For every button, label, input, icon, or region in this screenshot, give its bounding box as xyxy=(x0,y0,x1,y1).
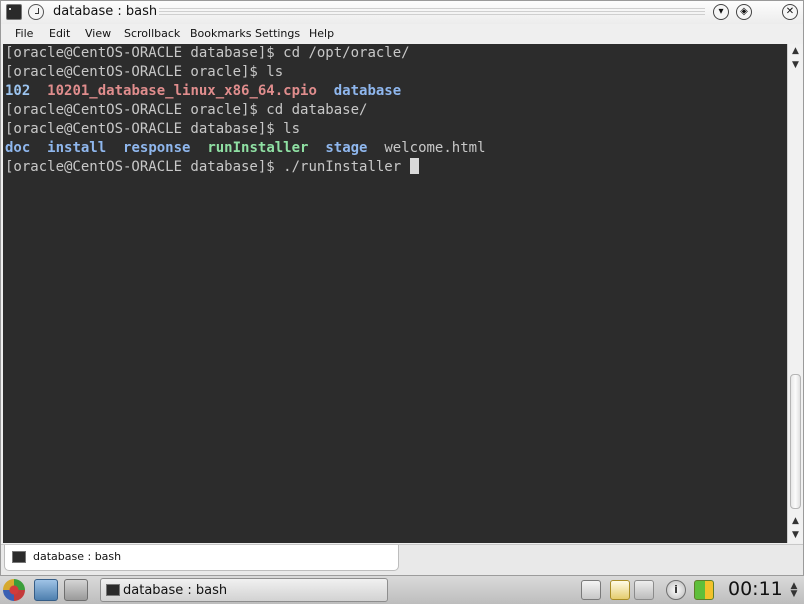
session-tab-bar: database : bash xyxy=(1,544,803,575)
terminal-line: [oracle@CentOS-ORACLE database]$ ls xyxy=(5,120,300,139)
minimize-button[interactable]: ▾ xyxy=(713,4,729,20)
terminal-icon xyxy=(12,551,26,563)
listing-entry-dir: response xyxy=(123,140,191,156)
vertical-scrollbar[interactable]: ▲ ▼ ▲ ▼ xyxy=(787,44,803,543)
menu-settings[interactable]: Settings xyxy=(255,27,300,40)
computer-icon[interactable] xyxy=(34,579,58,601)
terminal-icon xyxy=(106,584,120,596)
konsole-window: database : bash ▾ ◈ ✕ File Edit View Scr… xyxy=(0,0,804,575)
panel-expand-arrow-icon[interactable]: ▲ ▼ xyxy=(788,582,800,599)
menu-bookmarks[interactable]: Bookmarks xyxy=(190,27,251,40)
scrollbar-thumb[interactable] xyxy=(790,374,801,509)
session-tab-label: database : bash xyxy=(33,550,122,563)
drawer-icon[interactable] xyxy=(64,579,88,601)
command: ls xyxy=(266,64,284,80)
listing-entry-dir: 102 xyxy=(5,83,31,99)
window-title: database : bash xyxy=(53,4,158,19)
title-bar[interactable]: database : bash ▾ ◈ ✕ xyxy=(1,1,803,24)
listing-entry-dir: database xyxy=(333,83,402,99)
menu-scrollback[interactable]: Scrollback xyxy=(124,27,180,40)
system-tray: i xyxy=(578,577,724,603)
taskbar-window-button[interactable]: database : bash xyxy=(100,578,388,602)
volume-icon[interactable] xyxy=(634,580,654,600)
clipboard-icon[interactable] xyxy=(610,580,630,600)
maximize-button[interactable]: ◈ xyxy=(736,4,752,20)
terminal-line: doc install response runInstaller stage … xyxy=(5,139,486,158)
listing-entry-dir: stage xyxy=(325,140,368,156)
title-bar-grip xyxy=(159,8,705,17)
desktops-icon[interactable] xyxy=(581,580,601,600)
command: cd database/ xyxy=(266,102,368,118)
listing-entry-archive: 10201_database_linux_x86_64.cpio xyxy=(47,83,317,99)
command: ls xyxy=(283,121,301,137)
session-tab[interactable]: database : bash xyxy=(4,545,399,571)
menu-bar: File Edit View Scrollback Bookmarks Sett… xyxy=(1,24,803,44)
menu-view[interactable]: View xyxy=(85,27,111,40)
scroll-up-arrow-icon[interactable]: ▲ xyxy=(788,514,803,528)
prompt: [oracle@CentOS-ORACLE oracle]$ xyxy=(5,64,267,80)
listing-entry-executable: runInstaller xyxy=(207,140,309,156)
prompt: [oracle@CentOS-ORACLE oracle]$ xyxy=(5,102,267,118)
power-icon[interactable] xyxy=(694,580,714,600)
prompt: [oracle@CentOS-ORACLE database]$ xyxy=(5,159,284,175)
prompt: [oracle@CentOS-ORACLE database]$ xyxy=(5,121,284,137)
terminal-app-icon[interactable] xyxy=(6,4,22,20)
prompt: [oracle@CentOS-ORACLE database]$ xyxy=(5,45,284,61)
menu-edit[interactable]: Edit xyxy=(49,27,70,40)
text-cursor xyxy=(409,158,419,174)
command: ./runInstaller xyxy=(283,159,410,175)
terminal-line: [oracle@CentOS-ORACLE oracle]$ cd databa… xyxy=(5,101,367,120)
clock[interactable]: 00:11 xyxy=(728,578,783,600)
listing-entry-file: welcome.html xyxy=(384,140,486,156)
terminal-line: [oracle@CentOS-ORACLE database]$ ./runIn… xyxy=(5,158,419,177)
listing-entry-dir: install xyxy=(47,140,107,156)
scroll-down-arrow-icon[interactable]: ▼ xyxy=(788,528,803,542)
scroll-down-arrow-icon[interactable]: ▼ xyxy=(788,58,803,72)
info-icon[interactable]: i xyxy=(666,580,686,600)
terminal-line: 102 10201_database_linux_x86_64.cpio dat… xyxy=(5,82,401,101)
taskbar-window-label: database : bash xyxy=(123,583,228,598)
window-menu-icon[interactable] xyxy=(28,4,44,20)
terminal-line: [oracle@CentOS-ORACLE oracle]$ ls xyxy=(5,63,283,82)
terminal-line: [oracle@CentOS-ORACLE database]$ cd /opt… xyxy=(5,44,410,63)
menu-file[interactable]: File xyxy=(15,27,33,40)
taskbar: database : bash i 00:11 ▲ ▼ xyxy=(0,575,804,604)
terminal-output[interactable]: [oracle@CentOS-ORACLE database]$ cd /opt… xyxy=(3,44,787,543)
close-button[interactable]: ✕ xyxy=(782,4,798,20)
scroll-up-arrow-icon[interactable]: ▲ xyxy=(788,44,803,58)
kde-menu-icon[interactable] xyxy=(3,579,25,601)
menu-help[interactable]: Help xyxy=(309,27,334,40)
listing-entry-dir: doc xyxy=(5,140,31,156)
command: cd /opt/oracle/ xyxy=(283,45,410,61)
